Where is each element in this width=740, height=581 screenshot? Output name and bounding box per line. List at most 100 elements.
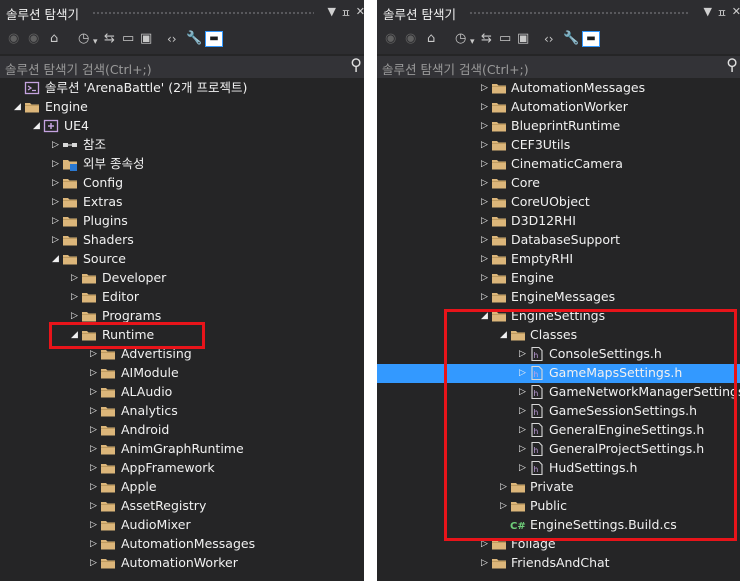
tree-item[interactable]: ◢ UE4 (0, 117, 364, 136)
tree-item[interactable]: ▷ Plugins (0, 212, 364, 231)
collapse-arrow-icon[interactable]: ◢ (14, 100, 21, 114)
expand-arrow-icon[interactable]: ▷ (90, 404, 97, 418)
tree-item[interactable]: ▷ Apple (0, 478, 364, 497)
pin-icon[interactable]: ㅍ (717, 5, 727, 21)
tree-item[interactable]: ▷ AppFramework (0, 459, 364, 478)
preview-selected-icon[interactable]: ▬ (582, 31, 600, 47)
tree-item[interactable]: ▷ Shaders (0, 231, 364, 250)
expand-arrow-icon[interactable]: ▷ (90, 480, 97, 494)
expand-arrow-icon[interactable]: ▷ (90, 442, 97, 456)
search-icon[interactable]: ⚲ (726, 55, 738, 74)
expand-arrow-icon[interactable]: ▷ (481, 100, 488, 114)
tree-item[interactable]: ▷ AnimGraphRuntime (0, 440, 364, 459)
sync-icon[interactable]: ⇆ (104, 32, 115, 46)
collapse-all-icon[interactable]: ▭ (122, 32, 134, 46)
search-input[interactable]: 솔루션 탐색기 검색(Ctrl+;) (5, 59, 152, 78)
collapse-arrow-icon[interactable]: ◢ (33, 119, 40, 133)
tree-item[interactable]: ◢ Engine (0, 98, 364, 117)
expand-arrow-icon[interactable]: ▷ (481, 157, 488, 171)
preview-selected-icon[interactable]: ▬ (205, 31, 223, 47)
forward-icon[interactable]: ◉ (405, 32, 416, 46)
expand-arrow-icon[interactable]: ▷ (481, 195, 488, 209)
collapse-arrow-icon[interactable]: ◢ (52, 252, 59, 266)
tree-item[interactable]: ▷ D3D12RHI (377, 212, 740, 231)
tree-item[interactable]: ▷ Editor (0, 288, 364, 307)
tree-item[interactable]: ▷ EngineMessages (377, 288, 740, 307)
expand-arrow-icon[interactable]: ▷ (52, 157, 59, 171)
sync-icon[interactable]: ⇆ (481, 32, 492, 46)
tree-item[interactable]: ▷ AutomationWorker (0, 554, 364, 573)
expand-arrow-icon[interactable]: ▷ (71, 309, 78, 323)
tree-item[interactable]: ▷ AudioMixer (0, 516, 364, 535)
expand-arrow-icon[interactable]: ▷ (52, 138, 59, 152)
tree-item[interactable]: ▷ ALAudio (0, 383, 364, 402)
expand-arrow-icon[interactable]: ▷ (90, 347, 97, 361)
title-grip[interactable] (469, 11, 690, 16)
tree-item[interactable]: 솔루션 'ArenaBattle' (2개 프로젝트) (0, 79, 364, 98)
tree-item[interactable]: ▷ Config (0, 174, 364, 193)
tree-item[interactable]: ▷ AutomationWorker (377, 98, 740, 117)
tree-item[interactable]: ▷ CEF3Utils (377, 136, 740, 155)
expand-arrow-icon[interactable]: ▷ (52, 233, 59, 247)
expand-arrow-icon[interactable]: ▷ (481, 214, 488, 228)
close-icon[interactable]: ✕ (732, 5, 740, 18)
tree-item[interactable]: ▷ AutomationMessages (0, 535, 364, 554)
back-icon[interactable]: ◉ (8, 32, 19, 46)
history-icon[interactable]: ◷ (78, 32, 89, 46)
expand-arrow-icon[interactable]: ▷ (52, 195, 59, 209)
expand-arrow-icon[interactable]: ▷ (90, 518, 97, 532)
history-dropdown-icon[interactable]: ▾ (93, 35, 98, 49)
expand-arrow-icon[interactable]: ▷ (481, 176, 488, 190)
tree-item[interactable]: ▷ 참조 (0, 136, 364, 155)
expand-arrow-icon[interactable]: ▷ (90, 366, 97, 380)
show-all-files-icon[interactable]: ▣ (140, 32, 152, 46)
tree-item[interactable]: ▷ Extras (0, 193, 364, 212)
tree-item[interactable]: ▷ Developer (0, 269, 364, 288)
tree-item[interactable]: ▷ AutomationMessages (377, 79, 740, 98)
search-box[interactable]: 솔루션 탐색기 검색(Ctrl+;) ⚲ (0, 55, 364, 78)
tree-item[interactable]: ▷ DatabaseSupport (377, 231, 740, 250)
home-icon[interactable]: ⌂ (427, 32, 435, 46)
tree-item[interactable]: ▷ Engine (377, 269, 740, 288)
tree-item[interactable]: ▷ BlueprintRuntime (377, 117, 740, 136)
history-dropdown-icon[interactable]: ▾ (470, 35, 475, 49)
expand-arrow-icon[interactable]: ▷ (90, 423, 97, 437)
expand-arrow-icon[interactable]: ▷ (90, 537, 97, 551)
expand-arrow-icon[interactable]: ▷ (52, 214, 59, 228)
expand-arrow-icon[interactable]: ▷ (481, 271, 488, 285)
expand-arrow-icon[interactable]: ▷ (481, 81, 488, 95)
tree-item[interactable]: ▷ AIModule (0, 364, 364, 383)
expand-arrow-icon[interactable]: ▷ (481, 252, 488, 266)
back-icon[interactable]: ◉ (385, 32, 396, 46)
properties-icon[interactable]: 🔧 (563, 32, 579, 46)
expand-arrow-icon[interactable]: ▷ (481, 138, 488, 152)
expand-arrow-icon[interactable]: ▷ (90, 385, 97, 399)
forward-icon[interactable]: ◉ (28, 32, 39, 46)
history-icon[interactable]: ◷ (455, 32, 466, 46)
expand-arrow-icon[interactable]: ▷ (90, 556, 97, 570)
tree-item[interactable]: ▷ Core (377, 174, 740, 193)
search-icon[interactable]: ⚲ (350, 55, 362, 74)
tree-item[interactable]: ▷ AssetRegistry (0, 497, 364, 516)
expand-arrow-icon[interactable]: ▷ (71, 290, 78, 304)
show-all-files-icon[interactable]: ▣ (517, 32, 529, 46)
tree-item[interactable]: ▷ FriendsAndChat (377, 554, 740, 573)
expand-arrow-icon[interactable]: ▷ (71, 271, 78, 285)
expand-arrow-icon[interactable]: ▷ (90, 499, 97, 513)
tree-item[interactable]: ▷ CoreUObject (377, 193, 740, 212)
dropdown-icon[interactable]: ▼ (704, 5, 712, 18)
tree-item[interactable]: ◢ Source (0, 250, 364, 269)
expand-arrow-icon[interactable]: ▷ (90, 461, 97, 475)
tree-item[interactable]: ▷ Analytics (0, 402, 364, 421)
expand-arrow-icon[interactable]: ▷ (481, 233, 488, 247)
properties-icon[interactable]: 🔧 (186, 32, 202, 46)
tree-item[interactable]: ▷ EmptyRHI (377, 250, 740, 269)
tree-item[interactable]: ▷ 외부 종속성 (0, 155, 364, 174)
title-grip[interactable] (92, 11, 314, 16)
expand-arrow-icon[interactable]: ▷ (481, 556, 488, 570)
view-code-icon[interactable]: ‹› (544, 32, 554, 46)
collapse-all-icon[interactable]: ▭ (499, 32, 511, 46)
close-icon[interactable]: ✕ (356, 5, 364, 18)
expand-arrow-icon[interactable]: ▷ (481, 119, 488, 133)
expand-arrow-icon[interactable]: ▷ (481, 290, 488, 304)
